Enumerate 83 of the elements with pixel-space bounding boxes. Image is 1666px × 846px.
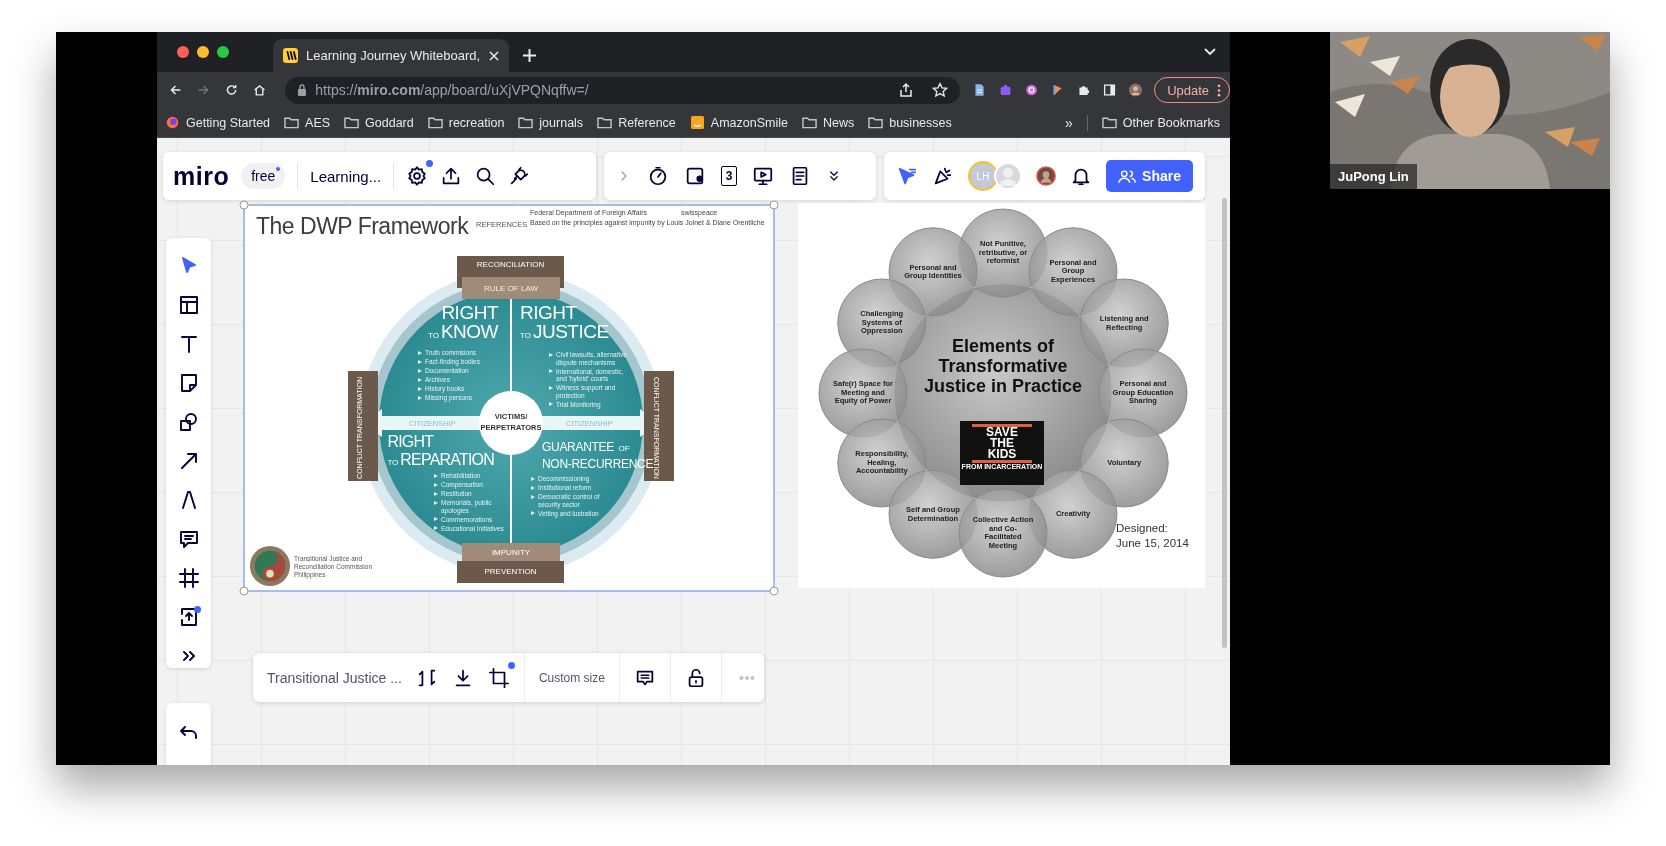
card-icon[interactable] — [684, 165, 706, 187]
shop-icon — [689, 116, 705, 129]
zoom-window-button[interactable] — [217, 46, 229, 58]
diagram-title: Elements of Transformative Justice in Practice — [923, 336, 1083, 396]
share-icon[interactable] — [897, 82, 914, 98]
notification-dot — [426, 160, 434, 167]
puzzle-icon[interactable] — [998, 82, 1012, 98]
crop-icon[interactable] — [487, 666, 510, 689]
plan-badge[interactable]: free — [241, 163, 286, 189]
bookmark-link[interactable]: News — [801, 115, 855, 130]
bookmark-link[interactable]: Getting Started — [165, 115, 271, 130]
participant-name: JuPong Lin — [1330, 164, 1417, 189]
notification-dot — [507, 661, 515, 669]
browser-tab[interactable]: Learning Journey Whiteboard, — [273, 39, 509, 72]
bookmark-link[interactable]: Reference — [597, 115, 676, 130]
settings-icon[interactable] — [406, 165, 429, 187]
quadrant-heading: RIGHT TO KNOW — [427, 304, 498, 344]
flag-icon[interactable] — [1050, 82, 1064, 98]
seal-icon — [249, 545, 291, 587]
size-button[interactable]: Custom size — [538, 670, 605, 685]
side-panel-icon[interactable] — [1103, 82, 1117, 98]
notification-dot — [194, 606, 201, 613]
board-name[interactable]: Learning... — [310, 167, 382, 185]
update-button[interactable]: Update — [1154, 77, 1231, 103]
minimize-window-button[interactable] — [197, 46, 209, 58]
band-label: PREVENTION — [483, 567, 538, 576]
party-popper-icon[interactable] — [932, 165, 954, 187]
more-bookmarks-button[interactable]: » — [1064, 114, 1073, 131]
resize-handle[interactable] — [769, 200, 779, 210]
profile-avatar[interactable] — [1129, 82, 1143, 98]
bookmark-link[interactable]: journals — [518, 115, 584, 130]
folder-icon — [801, 116, 817, 129]
share-button[interactable]: Share — [1106, 160, 1193, 192]
folder-icon — [597, 116, 613, 129]
bookmark-link[interactable]: AES — [284, 115, 331, 130]
logo[interactable]: miro — [173, 161, 230, 191]
people-icon — [1118, 168, 1137, 184]
band-label: RECONCILIATION — [475, 260, 546, 269]
tab-list-icon[interactable] — [1204, 48, 1216, 56]
image-title: The DWP Framework — [256, 213, 469, 240]
resize-handle[interactable] — [239, 586, 249, 596]
folder-icon — [1101, 116, 1117, 129]
close-window-button[interactable] — [177, 46, 189, 58]
board-favicon-icon — [283, 48, 298, 63]
address-field[interactable]: https://miro.com/app/board/uXjVPQNqffw=/ — [285, 76, 960, 104]
bookmark-link[interactable]: AmazonSmile — [689, 115, 788, 130]
search-icon[interactable] — [474, 165, 497, 187]
band-label: RULE OF LAW — [483, 284, 539, 293]
reload-icon[interactable] — [225, 82, 239, 98]
lock-icon — [297, 84, 308, 96]
bookmark-link[interactable]: businesses — [868, 115, 952, 130]
star-icon[interactable] — [931, 82, 948, 98]
browser-icon — [165, 116, 180, 129]
timer-icon[interactable] — [647, 165, 669, 187]
document-icon[interactable] — [972, 82, 986, 98]
quadrant-heading: RIGHT TO REPARATION — [387, 433, 494, 470]
home-icon[interactable] — [253, 82, 267, 98]
ring-icon[interactable] — [1024, 82, 1038, 98]
bookmark-link[interactable]: recreation — [427, 115, 505, 130]
cursor-icon[interactable] — [896, 165, 918, 187]
folder-icon — [868, 116, 884, 129]
bookmark-link[interactable]: Goddard — [344, 115, 414, 130]
resize-handle[interactable] — [239, 200, 249, 210]
counter-button[interactable]: 3 — [721, 166, 737, 186]
presentation-icon[interactable] — [752, 165, 774, 187]
close-icon[interactable] — [489, 50, 499, 61]
framework-drawing[interactable] — [239, 200, 779, 596]
frame-icon[interactable] — [176, 566, 201, 590]
folder-icon — [518, 116, 534, 129]
scrollbar[interactable] — [1222, 198, 1227, 648]
folder-icon — [344, 116, 360, 129]
bookmark-link[interactable]: Other Bookmarks — [1101, 115, 1220, 130]
new-tab-icon[interactable] — [523, 49, 536, 62]
more-icon[interactable] — [1217, 83, 1222, 97]
folder-icon — [284, 116, 300, 129]
quadrant-heading: RIGHT TO JUSTICE — [520, 304, 609, 344]
item-name[interactable]: Transitional Justice ... — [267, 669, 402, 686]
resize-handle[interactable] — [769, 586, 779, 596]
folder-icon — [427, 116, 443, 129]
quadrant-heading: GUARANTEE OF NON-RECURRENCE — [542, 440, 654, 471]
date-label: Designed: June 15, 2014 — [1116, 521, 1189, 551]
plug-icon[interactable] — [508, 165, 531, 187]
band-label: IMPUNITY — [490, 548, 532, 557]
